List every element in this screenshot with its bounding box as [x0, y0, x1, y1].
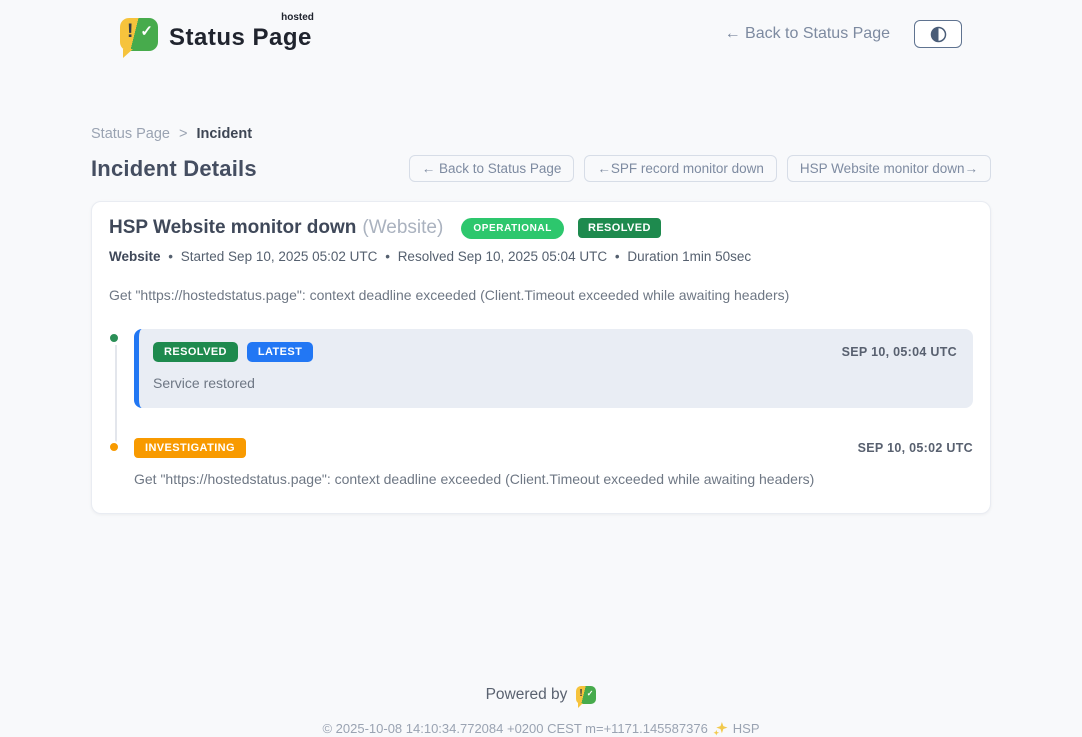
update-timestamp: SEP 10, 05:02 UTC: [858, 441, 973, 455]
incident-scope: (Website): [362, 217, 443, 239]
logo-name: Status Page: [169, 24, 312, 51]
breadcrumb-status-page[interactable]: Status Page: [91, 126, 170, 142]
page-footer: Powered by ! ✓ © 2025-10-08 14:10:34.772…: [91, 686, 991, 736]
timeline-entry-resolved: RESOLVED LATEST SEP 10, 05:04 UTC Servic…: [109, 329, 973, 408]
copyright-line: © 2025-10-08 14:10:34.772084 +0200 CEST …: [91, 721, 991, 736]
update-box: INVESTIGATING SEP 10, 05:02 UTC Get "htt…: [134, 438, 973, 487]
copyright-text: © 2025-10-08 14:10:34.772084 +0200 CEST …: [322, 721, 707, 736]
incident-resolved-at: Resolved Sep 10, 2025 05:04 UTC: [398, 249, 607, 264]
page-title: Incident Details: [91, 156, 257, 182]
breadcrumb-separator: >: [179, 126, 187, 142]
meta-separator: •: [385, 249, 390, 264]
incident-card: HSP Website monitor down (Website) OPERA…: [91, 201, 991, 514]
exclamation-glyph: !: [579, 688, 582, 699]
status-page-mini-logo-icon: ! ✓: [576, 686, 596, 704]
incident-nav-buttons: ← Back to Status Page ←SPF record monito…: [409, 155, 991, 182]
logo-wordmark: hosted Status Page: [169, 16, 312, 52]
next-incident-button[interactable]: HSP Website monitor down→: [787, 155, 991, 182]
header-right: ← Back to Status Page: [725, 20, 962, 48]
incident-timeline: RESOLVED LATEST SEP 10, 05:04 UTC Servic…: [109, 329, 973, 487]
title-row: Incident Details ← Back to Status Page ←…: [91, 155, 991, 182]
speech-bubble-tail: [578, 703, 583, 708]
back-to-status-page-button[interactable]: ← Back to Status Page: [409, 155, 575, 182]
checkmark-glyph: ✓: [140, 22, 153, 40]
meta-separator: •: [168, 249, 173, 264]
sparkles-icon: [713, 721, 728, 736]
operational-status-badge: OPERATIONAL: [461, 218, 564, 239]
update-header: RESOLVED LATEST SEP 10, 05:04 UTC: [153, 342, 957, 362]
investigating-badge: INVESTIGATING: [134, 438, 246, 458]
update-badges: INVESTIGATING: [134, 438, 246, 458]
main-content: Status Page > Incident Incident Details …: [91, 126, 991, 736]
powered-by-label: Powered by: [486, 686, 568, 704]
incident-title: HSP Website monitor down: [109, 217, 356, 239]
incident-started-at: Started Sep 10, 2025 05:02 UTC: [181, 249, 378, 264]
meta-separator: •: [615, 249, 620, 264]
update-header: INVESTIGATING SEP 10, 05:02 UTC: [134, 438, 973, 458]
update-badges: RESOLVED LATEST: [153, 342, 313, 362]
theme-toggle-button[interactable]: [914, 20, 962, 48]
status-page-logo-icon: ! ✓: [120, 18, 158, 51]
previous-incident-button[interactable]: ←SPF record monitor down: [584, 155, 777, 182]
incident-status-badge: RESOLVED: [578, 218, 661, 238]
breadcrumb: Status Page > Incident: [91, 126, 991, 142]
timeline-dot-investigating: [108, 441, 120, 453]
incident-duration: Duration 1min 50sec: [627, 249, 751, 264]
update-message: Service restored: [153, 375, 957, 391]
latest-badge: LATEST: [247, 342, 313, 362]
breadcrumb-incident: Incident: [196, 126, 252, 142]
incident-service-name: Website: [109, 249, 161, 264]
latest-update-box: RESOLVED LATEST SEP 10, 05:04 UTC Servic…: [134, 329, 973, 408]
copyright-brand: HSP: [733, 721, 760, 736]
half-circle-contrast-icon: [930, 26, 947, 43]
incident-description: Get "https://hostedstatus.page": context…: [109, 287, 973, 303]
checkmark-glyph: ✓: [587, 689, 594, 698]
incident-title-row: HSP Website monitor down (Website) OPERA…: [109, 217, 973, 239]
timeline-entry-investigating: INVESTIGATING SEP 10, 05:02 UTC Get "htt…: [109, 438, 973, 487]
update-message: Get "https://hostedstatus.page": context…: [134, 471, 973, 487]
logo-hosted-superscript: hosted: [281, 12, 314, 23]
back-to-status-page-link[interactable]: ← Back to Status Page: [725, 25, 890, 43]
timeline-dot-resolved: [108, 332, 120, 344]
powered-by[interactable]: Powered by ! ✓: [486, 686, 597, 704]
status-page-logo[interactable]: ! ✓ hosted Status Page: [120, 16, 312, 52]
speech-bubble-tail: [123, 49, 133, 58]
update-timestamp: SEP 10, 05:04 UTC: [842, 345, 957, 359]
exclamation-glyph: !: [127, 21, 133, 43]
resolved-badge: RESOLVED: [153, 342, 238, 362]
incident-meta: Website • Started Sep 10, 2025 05:02 UTC…: [109, 249, 973, 264]
site-header: ! ✓ hosted Status Page ← Back to Status …: [0, 0, 1082, 52]
